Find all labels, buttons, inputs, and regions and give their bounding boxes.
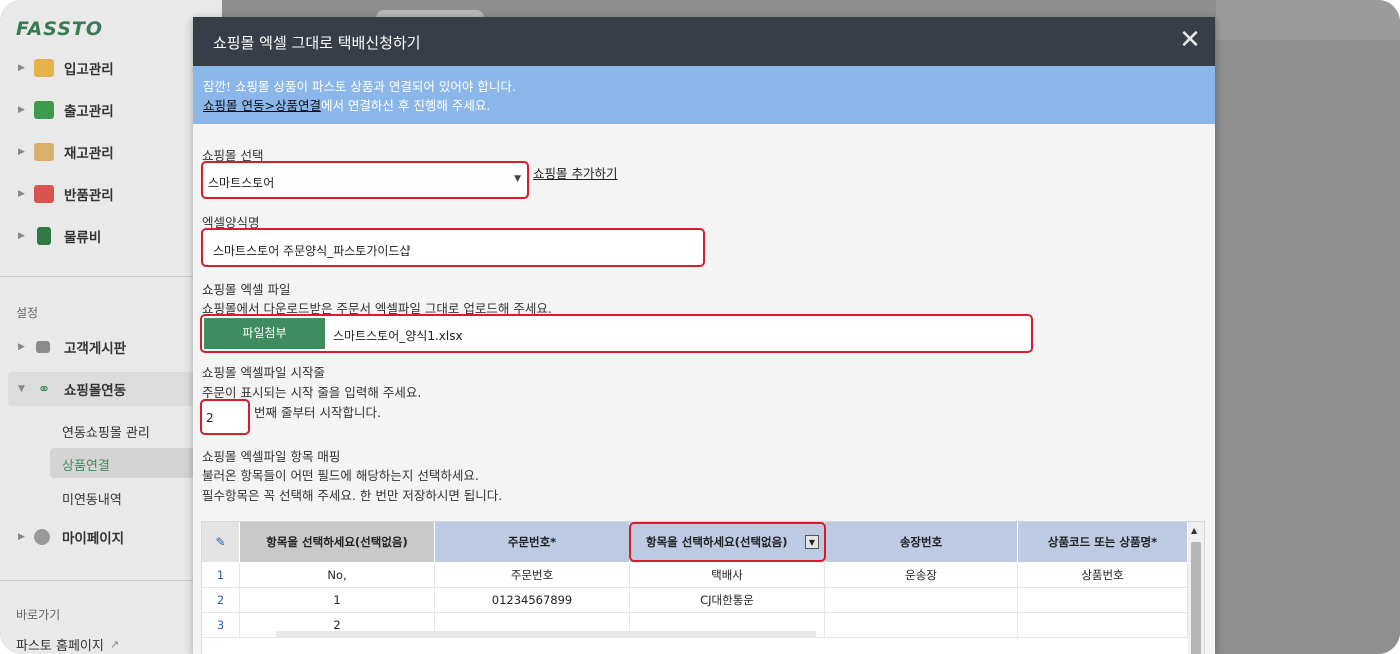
return-icon xyxy=(34,185,54,203)
external-link-icon: ↗ xyxy=(109,637,120,651)
background-content xyxy=(1216,40,1400,654)
row-number: 1 xyxy=(202,563,240,588)
vertical-scrollbar[interactable]: ▲ xyxy=(1188,522,1204,654)
chevron-right-icon: ▶ xyxy=(18,532,25,542)
truck-icon xyxy=(34,101,54,119)
row-number: 3 xyxy=(202,613,240,638)
shortcut-label: 파스토 홈페이지 xyxy=(16,638,104,654)
sidebar-item-mypage[interactable]: ▶ 마이페이지 xyxy=(18,523,124,551)
notice-text-2: 쇼핑몰 연동>상품연결에서 연결하신 후 진행해 주세요. xyxy=(203,95,490,114)
table-cell: CJ대한통운 xyxy=(630,588,825,613)
sidebar-item-label: 반품관리 xyxy=(64,188,114,204)
chevron-right-icon: ▶ xyxy=(18,231,25,241)
start-row-input[interactable]: 2 xyxy=(200,399,250,435)
table-cell xyxy=(825,588,1018,613)
excel-order-modal: 쇼핑몰 엑셀 그대로 택배신청하기 ✕ 잠깐! 쇼핑몰 상품이 파스토 상품과 … xyxy=(193,17,1215,654)
chevron-right-icon: ▶ xyxy=(18,147,25,157)
chevron-right-icon: ▶ xyxy=(18,63,25,73)
column-header[interactable]: 송장번호 xyxy=(825,522,1018,562)
sidebar-subitem-product-link[interactable]: 상품연결 xyxy=(62,455,110,474)
sidebar-item-label: 입고관리 xyxy=(64,62,114,78)
file-name: 스마트스토어_양식1.xlsx xyxy=(333,329,463,343)
sidebar-subitem-shop-manage[interactable]: 연동쇼핑몰 관리 xyxy=(62,422,150,441)
edit-column-header[interactable]: ✎ xyxy=(202,522,240,562)
column-header[interactable]: 상품코드 또는 상품명* xyxy=(1018,522,1188,562)
mapping-label: 쇼핑몰 엑셀파일 항목 매핑 xyxy=(202,449,341,464)
sidebar-item-label: 출고관리 xyxy=(64,104,114,120)
scroll-thumb[interactable] xyxy=(1191,542,1201,654)
divider xyxy=(0,580,222,581)
section-label-settings: 설정 xyxy=(16,306,39,320)
scroll-up-icon[interactable]: ▲ xyxy=(1191,526,1197,535)
table-cell: 상품번호 xyxy=(1018,563,1188,588)
add-shop-link[interactable]: 쇼핑몰 추가하기 xyxy=(533,163,617,182)
pencil-icon: ✎ xyxy=(215,535,226,549)
caret-down-icon: ▼ xyxy=(514,174,521,184)
table-cell: 1 xyxy=(240,588,435,613)
horizontal-scrollbar[interactable] xyxy=(276,631,816,637)
notice-banner: 잠깐! 쇼핑몰 상품이 파스토 상품과 연결되어 있어야 합니다. 쇼핑몰 연동… xyxy=(193,66,1215,124)
logo: FASSTO xyxy=(16,18,104,40)
table-cell xyxy=(1018,588,1188,613)
mapping-desc-2: 필수항목은 꼭 선택해 주세요. 한 번만 저장하시면 됩니다. xyxy=(202,488,503,503)
sidebar-item-label: 쇼핑몰연동 xyxy=(64,383,127,399)
row-number: 2 xyxy=(202,588,240,613)
mapping-select-highlight xyxy=(629,522,826,562)
column-header[interactable]: 항목을 선택하세요(선택없음) xyxy=(240,522,435,562)
cart-icon xyxy=(34,59,54,77)
app-frame: FASSTO ▶ 입고관리 ▶ 출고관리 ▶ 재고관리 ▶ 반품관리 ▶ 물류비… xyxy=(0,0,1400,654)
sidebar-item-outbound[interactable]: ▶ 출고관리 xyxy=(18,96,114,124)
modal-title: 쇼핑몰 엑셀 그대로 택배신청하기 xyxy=(213,34,421,52)
sidebar-item-logistics-fee[interactable]: ▶ 물류비 xyxy=(18,222,101,250)
table-cell: 운송장 xyxy=(825,563,1018,588)
shop-select-value: 스마트스토어 xyxy=(208,176,275,190)
product-link-link[interactable]: 쇼핑몰 연동>상품연결 xyxy=(203,98,321,113)
table-cell: 택배사 xyxy=(630,563,825,588)
shop-select[interactable]: 스마트스토어 ▼ xyxy=(201,161,529,199)
sidebar-item-label: 고객게시판 xyxy=(64,341,127,357)
close-icon[interactable]: ✕ xyxy=(1177,27,1203,53)
sidebar-item-inbound[interactable]: ▶ 입고관리 xyxy=(18,54,114,82)
chat-icon xyxy=(36,341,50,353)
link-icon: ⚭ xyxy=(37,380,51,398)
section-label-shortcut: 바로가기 xyxy=(16,608,61,622)
table-cell xyxy=(1018,613,1188,638)
modal-header: 쇼핑몰 엑셀 그대로 택배신청하기 ✕ xyxy=(193,17,1215,66)
start-row-value: 2 xyxy=(206,411,214,425)
sidebar-item-label: 물류비 xyxy=(64,230,102,246)
table-cell: 주문번호 xyxy=(435,563,630,588)
file-upload-field: 파일첨부 스마트스토어_양식1.xlsx xyxy=(200,314,1033,353)
column-header[interactable]: 주문번호* xyxy=(435,522,630,562)
sidebar-item-label: 마이페이지 xyxy=(62,531,125,547)
notice-text: 잠깐! 쇼핑몰 상품이 파스토 상품과 연결되어 있어야 합니다. xyxy=(203,79,516,94)
chevron-right-icon: ▶ xyxy=(18,189,25,199)
background-topbar xyxy=(1216,0,1400,40)
mapping-desc: 불러온 항목들이 어떤 필드에 해당하는지 선택하세요. xyxy=(202,468,479,483)
divider xyxy=(0,276,222,277)
start-row-label: 쇼핑몰 엑셀파일 시작줄 xyxy=(202,365,325,380)
sidebar-item-shop-integration[interactable]: ▼ ⚭ 쇼핑몰연동 xyxy=(18,375,126,403)
excel-file-label: 쇼핑몰 엑셀 파일 xyxy=(202,282,291,297)
chevron-down-icon: ▼ xyxy=(18,384,25,394)
book-icon xyxy=(37,227,51,245)
table-cell: 01234567899 xyxy=(435,588,630,613)
excel-form-field[interactable]: 스마트스토어 주문양식_파스토가이드샵 xyxy=(201,228,705,267)
table-cell: No, xyxy=(240,563,435,588)
shortcut-link-homepage[interactable]: 파스토 홈페이지 ↗ xyxy=(16,630,119,654)
attach-file-button[interactable]: 파일첨부 xyxy=(204,318,325,349)
chevron-right-icon: ▶ xyxy=(18,105,25,115)
chevron-right-icon: ▶ xyxy=(18,342,25,352)
sidebar: FASSTO ▶ 입고관리 ▶ 출고관리 ▶ 재고관리 ▶ 반품관리 ▶ 물류비… xyxy=(0,0,222,654)
user-icon xyxy=(34,529,50,545)
sidebar-item-returns[interactable]: ▶ 반품관리 xyxy=(18,180,114,208)
sidebar-item-inventory[interactable]: ▶ 재고관리 xyxy=(18,138,114,166)
sidebar-item-label: 재고관리 xyxy=(64,146,114,162)
start-row-suffix: 번째 줄부터 시작합니다. xyxy=(254,405,381,420)
table-cell xyxy=(825,613,1018,638)
boxes-icon xyxy=(34,143,54,161)
notice-text-rest: 에서 연결하신 후 진행해 주세요. xyxy=(320,98,491,113)
excel-form-value: 스마트스토어 주문양식_파스토가이드샵 xyxy=(213,244,411,258)
sidebar-subitem-unlinked[interactable]: 미연동내역 xyxy=(62,489,122,508)
sidebar-item-board[interactable]: ▶ 고객게시판 xyxy=(18,333,126,361)
